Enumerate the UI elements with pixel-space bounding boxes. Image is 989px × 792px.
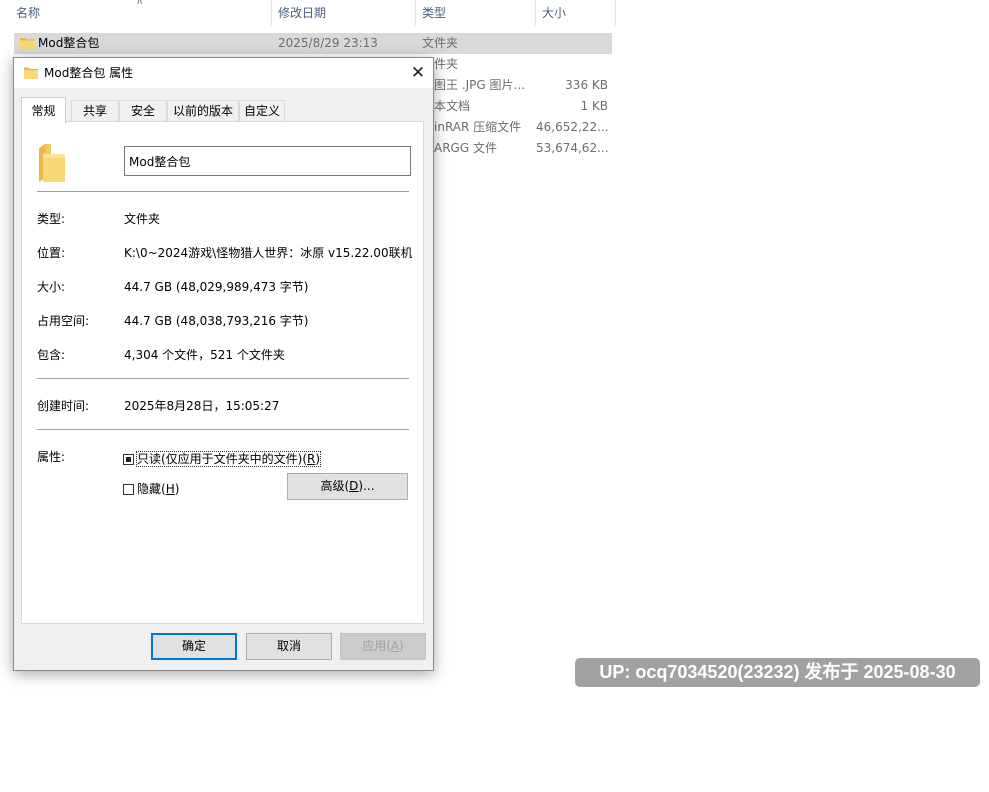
attributes-label: 属性: — [37, 450, 66, 464]
tab-customize[interactable]: 自定义 — [239, 100, 285, 121]
title-bar[interactable]: Mod整合包 属性 ✕ — [14, 58, 433, 88]
hidden-label: 隐藏(H) — [137, 482, 180, 496]
column-separator[interactable] — [615, 0, 616, 26]
readonly-label: 只读(仅应用于文件夹中的文件)(R) — [135, 451, 322, 467]
tab-previous-versions[interactable]: 以前的版本 — [167, 100, 239, 121]
explorer-column-header: 名称 ∧ 修改日期 类型 大小 — [0, 0, 616, 26]
location-label: 位置: — [37, 246, 66, 260]
file-name: Mod整合包 — [38, 36, 100, 50]
divider — [37, 191, 409, 192]
created-label: 创建时间: — [37, 399, 90, 413]
sort-ascending-icon: ∧ — [136, 0, 144, 7]
divider — [37, 429, 409, 430]
file-size: 53,674,62... — [536, 141, 608, 155]
file-type: 文件夹 — [422, 36, 459, 50]
folder-icon — [39, 144, 65, 182]
file-size: 1 KB — [580, 99, 608, 113]
hidden-checkbox[interactable]: 隐藏(H) — [123, 480, 179, 497]
tab-security[interactable]: 安全 — [119, 100, 167, 121]
readonly-checkbox[interactable]: 只读(仅应用于文件夹中的文件)(R) — [123, 450, 322, 467]
tab-general[interactable]: 常规 — [21, 97, 66, 123]
checkbox-mixed-icon — [123, 454, 134, 465]
file-row[interactable]: Mod整合包 2025/8/29 23:13 文件夹 — [14, 33, 612, 54]
divider — [37, 378, 409, 379]
file-modified: 2025/8/29 23:13 — [278, 36, 378, 50]
dialog-title: Mod整合包 属性 — [44, 66, 134, 80]
close-button[interactable]: ✕ — [403, 58, 433, 88]
checkbox-unchecked-icon — [123, 484, 134, 495]
ok-button[interactable]: 确定 — [151, 633, 237, 660]
folder-name-input[interactable] — [124, 146, 411, 176]
disk-size-value: 44.7 GB (48,038,793,216 字节) — [124, 314, 309, 328]
advanced-button[interactable]: 高级(D)... — [287, 473, 408, 500]
folder-icon — [24, 67, 38, 79]
file-type: 本文档 — [434, 99, 471, 113]
contains-label: 包含: — [37, 348, 66, 362]
cancel-button[interactable]: 取消 — [246, 633, 332, 660]
close-icon: ✕ — [410, 63, 426, 83]
size-label: 大小: — [37, 280, 66, 294]
properties-dialog: Mod整合包 属性 ✕ 常规 共享 安全 以前的版本 自定义 类型: 文件夹 位… — [13, 57, 434, 671]
general-panel: 类型: 文件夹 位置: K:\0~2024游戏\怪物猎人世界：冰原 v15.22… — [21, 121, 424, 624]
size-value: 44.7 GB (48,029,989,473 字节) — [124, 280, 309, 294]
file-type: inRAR 压缩文件 — [434, 120, 522, 134]
column-type[interactable]: 类型 — [416, 0, 535, 26]
type-value: 文件夹 — [124, 212, 161, 226]
tab-sharing[interactable]: 共享 — [71, 100, 119, 121]
file-type: 图王 .JPG 图片... — [434, 78, 524, 92]
folder-icon — [20, 38, 35, 50]
watermark: UP: ocq7034520(23232) 发布于 2025-08-30 — [575, 658, 980, 687]
location-value: K:\0~2024游戏\怪物猎人世界：冰原 v15.22.00联机破解版 — [124, 246, 412, 260]
type-label: 类型: — [37, 212, 66, 226]
file-type: ARGG 文件 — [434, 141, 497, 155]
contains-value: 4,304 个文件，521 个文件夹 — [124, 348, 285, 362]
file-size: 46,652,22... — [536, 120, 608, 134]
column-size[interactable]: 大小 — [536, 0, 616, 26]
column-modified[interactable]: 修改日期 — [272, 0, 415, 26]
file-size: 336 KB — [565, 78, 608, 92]
apply-button[interactable]: 应用(A) — [340, 633, 426, 660]
created-value: 2025年8月28日，15:05:27 — [124, 399, 280, 413]
disk-size-label: 占用空间: — [37, 314, 90, 328]
